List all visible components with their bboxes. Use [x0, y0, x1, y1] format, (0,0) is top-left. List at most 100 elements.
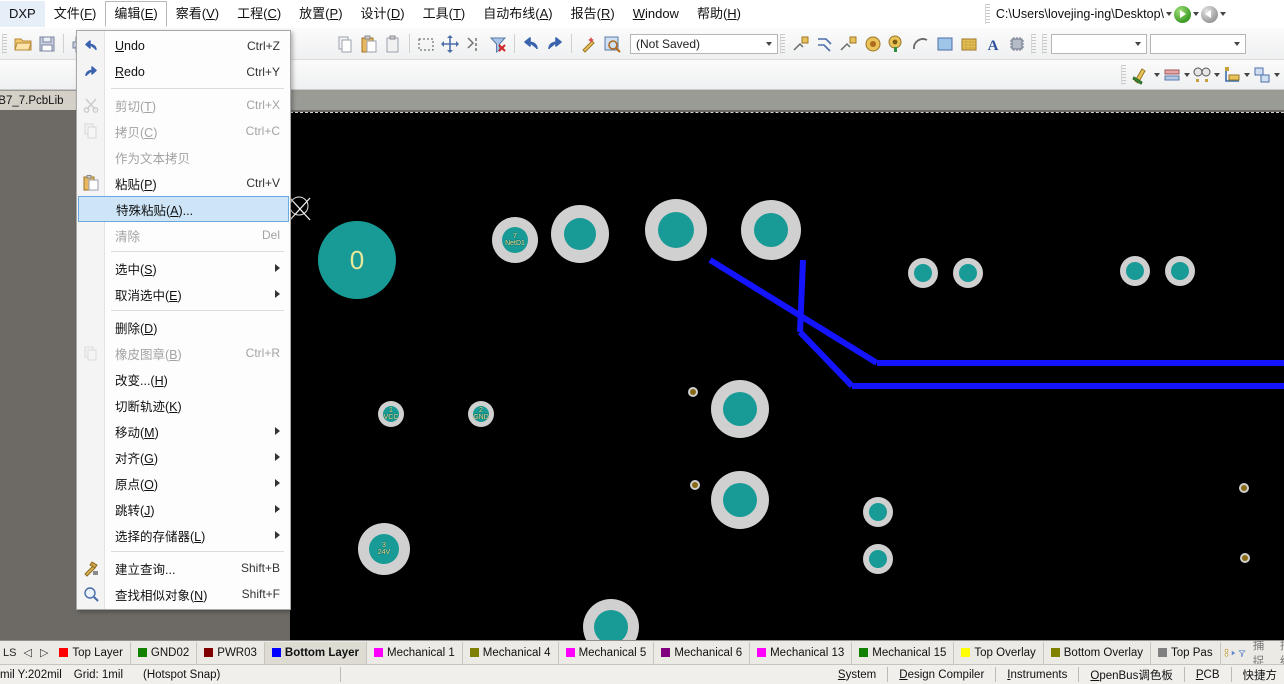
menu-item-undo[interactable]: Undo Ctrl+Z: [77, 33, 290, 59]
rubber-band-select-icon[interactable]: [415, 33, 437, 55]
dimension-dropdown-icon[interactable]: [1244, 72, 1250, 77]
menu-自动布线a[interactable]: 自动布线(A): [474, 1, 561, 27]
layer-sets-label[interactable]: LS: [0, 647, 19, 659]
open-folder-icon[interactable]: [12, 33, 34, 55]
menu-item-移动m[interactable]: 移动(M): [77, 418, 290, 444]
panel-button-快捷方[interactable]: 快捷方: [1236, 667, 1284, 683]
back-dropdown-icon[interactable]: [1193, 12, 1199, 16]
pad-11[interactable]: [583, 599, 639, 640]
pad-netd1[interactable]: 7 NetD1: [492, 217, 538, 263]
redo-icon[interactable]: [544, 33, 566, 55]
pad-2[interactable]: [741, 200, 801, 260]
menu-文件f[interactable]: 文件(F): [45, 1, 106, 27]
pad-8[interactable]: [711, 471, 769, 529]
menu-item-建立查询[interactable]: 建立查询... Shift+B: [77, 555, 290, 581]
not-saved-combo[interactable]: (Not Saved): [630, 33, 778, 54]
panel-button-system[interactable]: System: [831, 669, 883, 681]
place-component-icon[interactable]: [1006, 33, 1028, 55]
menu-item-查找相似对象n[interactable]: 查找相似对象(N) Shift+F: [77, 581, 290, 607]
chevron-down-icon[interactable]: [1135, 41, 1141, 46]
menu-item-粘贴p[interactable]: 粘贴(P) Ctrl+V: [77, 170, 290, 196]
forward-icon[interactable]: [1201, 5, 1218, 23]
layer-tab-top-pas[interactable]: Top Pas: [1151, 641, 1221, 664]
layer-tab-mechanical-15[interactable]: Mechanical 15: [852, 641, 955, 664]
menu-报告r[interactable]: 报告(R): [562, 1, 624, 27]
menu-帮助h[interactable]: 帮助(H): [688, 1, 750, 27]
via-2[interactable]: [1239, 483, 1249, 493]
toolbar-grip-5[interactable]: [1121, 64, 1126, 85]
route-differential-icon[interactable]: [814, 33, 836, 55]
layer-tab-bottom-layer[interactable]: Bottom Layer: [264, 641, 368, 664]
via-1[interactable]: [690, 480, 700, 490]
layer-config-icon[interactable]: [1223, 645, 1230, 661]
pad-6[interactable]: [1165, 256, 1195, 286]
menu-item-对齐g[interactable]: 对齐(G): [77, 444, 290, 470]
layer-tab-mechanical-1[interactable]: Mechanical 1: [367, 641, 463, 664]
route-interactive-icon[interactable]: [790, 33, 812, 55]
pad-1[interactable]: [645, 199, 707, 261]
layer-tab-gnd02[interactable]: GND02: [131, 641, 198, 664]
layerbar-control-0[interactable]: 捕捉: [1246, 641, 1273, 664]
wand-icon[interactable]: [577, 33, 599, 55]
menu-工具t[interactable]: 工具(T): [414, 1, 475, 27]
find-icon[interactable]: [1191, 64, 1213, 86]
trace-1-seg1[interactable]: [877, 360, 1284, 366]
menu-item-取消选中e[interactable]: 取消选中(E): [77, 281, 290, 307]
play-filter-icon[interactable]: [1230, 645, 1238, 661]
pad-4[interactable]: [953, 258, 983, 288]
paste-icon[interactable]: [358, 33, 380, 55]
pad-3[interactable]: [908, 258, 938, 288]
layer-tab-top-overlay[interactable]: Top Overlay: [954, 641, 1044, 664]
trace-2-seg1[interactable]: [797, 329, 855, 389]
menu-window[interactable]: Window: [624, 1, 688, 27]
menu-dxp[interactable]: DXP: [0, 0, 45, 27]
pad-10[interactable]: [863, 544, 893, 574]
back-icon[interactable]: [1174, 5, 1191, 23]
document-tab-0[interactable]: CB7_7.PcbLib: [0, 91, 78, 110]
via-0[interactable]: [688, 387, 698, 397]
toolbar-grip-1[interactable]: [2, 33, 7, 54]
menu-放置p[interactable]: 放置(P): [290, 1, 351, 27]
menu-item-原点o[interactable]: 原点(O): [77, 470, 290, 496]
menu-编辑e[interactable]: 编辑(E): [105, 0, 167, 27]
layer-tab-top-layer[interactable]: Top Layer: [52, 641, 131, 664]
layer-tab-mechanical-13[interactable]: Mechanical 13: [750, 641, 853, 664]
place-arc-icon[interactable]: [910, 33, 932, 55]
place-via-icon[interactable]: [886, 33, 908, 55]
measure-dropdown-icon[interactable]: [1154, 72, 1160, 77]
route-multiple-icon[interactable]: [838, 33, 860, 55]
chevron-right-icon[interactable]: ▷: [36, 646, 52, 659]
menu-item-选中s[interactable]: 选中(S): [77, 255, 290, 281]
align-icon[interactable]: [1161, 64, 1183, 86]
toolbar-combo-2[interactable]: [1051, 33, 1147, 54]
save-icon[interactable]: [36, 33, 58, 55]
arrange-dropdown-icon[interactable]: [1274, 72, 1280, 77]
chevron-down-icon[interactable]: [766, 41, 772, 46]
pad-large-0[interactable]: 0: [318, 221, 396, 299]
place-polygon-icon[interactable]: [958, 33, 980, 55]
chevron-down-icon[interactable]: [1166, 12, 1172, 16]
find-dropdown-icon[interactable]: [1214, 72, 1220, 77]
menu-item-选择的存储器l[interactable]: 选择的存储器(L): [77, 522, 290, 548]
arrange-icon[interactable]: [1251, 64, 1273, 86]
pad-7[interactable]: [711, 380, 769, 438]
forward-dropdown-icon[interactable]: [1220, 12, 1226, 16]
pad-5[interactable]: [1120, 256, 1150, 286]
dimension-icon[interactable]: [1221, 64, 1243, 86]
pad-24v[interactable]: 3 24V: [358, 523, 410, 575]
layer-tab-mechanical-4[interactable]: Mechanical 4: [463, 641, 559, 664]
browse-icon[interactable]: [601, 33, 623, 55]
align-dropdown-icon[interactable]: [1184, 72, 1190, 77]
pad-0[interactable]: [551, 205, 609, 263]
toolbar-grip-3[interactable]: [1031, 33, 1036, 54]
menu-察看v[interactable]: 察看(V): [167, 1, 228, 27]
layerbar-control-1[interactable]: 掩膜级别: [1273, 641, 1284, 664]
chevron-left-icon[interactable]: ◁: [19, 646, 35, 659]
edit-menu-dropdown[interactable]: Undo Ctrl+Z Redo Ctrl+Y 剪切(T) Ctrl+X 拷贝(C) Ctrl…: [76, 30, 291, 610]
menu-item-删除d[interactable]: 删除(D): [77, 314, 290, 340]
trace-1-seg0[interactable]: [708, 257, 879, 366]
panel-button-design-compiler[interactable]: Design Compiler: [892, 669, 991, 681]
toolbar-grip-2[interactable]: [780, 33, 785, 54]
menu-item-切断轨迹k[interactable]: 切断轨迹(K): [77, 392, 290, 418]
copy-icon[interactable]: [334, 33, 356, 55]
